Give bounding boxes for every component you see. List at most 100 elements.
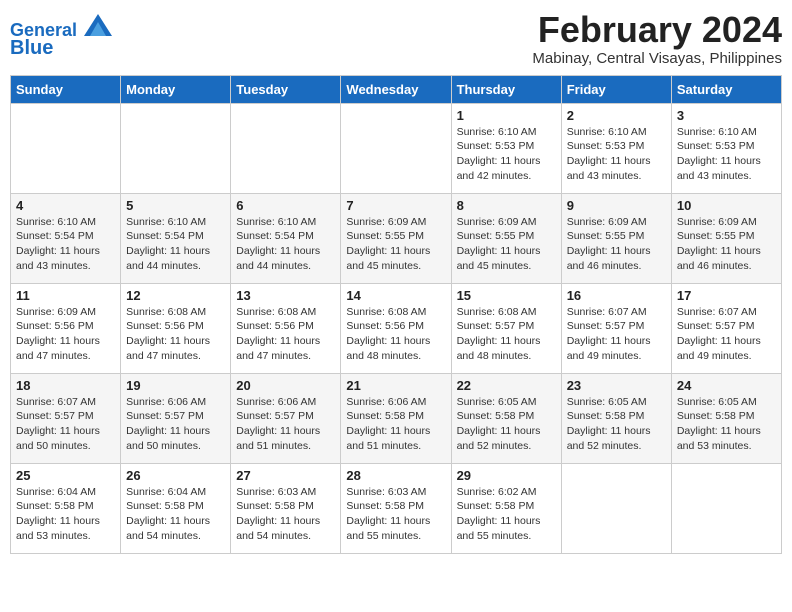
location-subtitle: Mabinay, Central Visayas, Philippines xyxy=(532,50,782,67)
weekday-header-saturday: Saturday xyxy=(671,75,781,103)
calendar-cell xyxy=(121,103,231,193)
calendar-week-row: 18 Sunrise: 6:07 AM Sunset: 5:57 PM Dayli… xyxy=(11,373,782,463)
day-number: 4 xyxy=(16,198,115,213)
calendar-cell: 12 Sunrise: 6:08 AM Sunset: 5:56 PM Dayli… xyxy=(121,283,231,373)
calendar-week-row: 1 Sunrise: 6:10 AM Sunset: 5:53 PM Daylig… xyxy=(11,103,782,193)
day-number: 26 xyxy=(126,468,225,483)
weekday-header-friday: Friday xyxy=(561,75,671,103)
day-number: 27 xyxy=(236,468,335,483)
day-info: Sunrise: 6:09 AM Sunset: 5:56 PM Dayligh… xyxy=(16,305,115,364)
day-info: Sunrise: 6:09 AM Sunset: 5:55 PM Dayligh… xyxy=(457,215,556,274)
calendar-table: SundayMondayTuesdayWednesdayThursdayFrid… xyxy=(10,75,782,554)
day-info: Sunrise: 6:10 AM Sunset: 5:53 PM Dayligh… xyxy=(567,125,666,184)
calendar-cell: 18 Sunrise: 6:07 AM Sunset: 5:57 PM Dayli… xyxy=(11,373,121,463)
day-info: Sunrise: 6:10 AM Sunset: 5:53 PM Dayligh… xyxy=(677,125,776,184)
day-number: 8 xyxy=(457,198,556,213)
calendar-cell: 23 Sunrise: 6:05 AM Sunset: 5:58 PM Dayli… xyxy=(561,373,671,463)
calendar-cell: 29Sunrise: 6:02 AM Sunset: 5:58 PM Dayli… xyxy=(451,463,561,553)
day-number: 14 xyxy=(346,288,445,303)
calendar-cell: 3 Sunrise: 6:10 AM Sunset: 5:53 PM Daylig… xyxy=(671,103,781,193)
day-number: 2 xyxy=(567,108,666,123)
logo: General Blue xyxy=(10,14,112,59)
calendar-cell xyxy=(671,463,781,553)
calendar-week-row: 11Sunrise: 6:09 AM Sunset: 5:56 PM Dayli… xyxy=(11,283,782,373)
day-number: 13 xyxy=(236,288,335,303)
day-number: 20 xyxy=(236,378,335,393)
calendar-cell: 25 Sunrise: 6:04 AM Sunset: 5:58 PM Dayli… xyxy=(11,463,121,553)
weekday-header-row: SundayMondayTuesdayWednesdayThursdayFrid… xyxy=(11,75,782,103)
day-number: 24 xyxy=(677,378,776,393)
day-number: 9 xyxy=(567,198,666,213)
calendar-cell: 1 Sunrise: 6:10 AM Sunset: 5:53 PM Daylig… xyxy=(451,103,561,193)
day-info: Sunrise: 6:06 AM Sunset: 5:57 PM Dayligh… xyxy=(236,395,335,454)
calendar-cell: 15 Sunrise: 6:08 AM Sunset: 5:57 PM Dayli… xyxy=(451,283,561,373)
day-info: Sunrise: 6:10 AM Sunset: 5:54 PM Dayligh… xyxy=(126,215,225,274)
day-number: 3 xyxy=(677,108,776,123)
calendar-cell: 11Sunrise: 6:09 AM Sunset: 5:56 PM Dayli… xyxy=(11,283,121,373)
day-number: 17 xyxy=(677,288,776,303)
calendar-cell xyxy=(561,463,671,553)
day-number: 22 xyxy=(457,378,556,393)
day-number: 23 xyxy=(567,378,666,393)
day-info: Sunrise: 6:03 AM Sunset: 5:58 PM Dayligh… xyxy=(236,485,335,544)
day-info: Sunrise: 6:04 AM Sunset: 5:58 PM Dayligh… xyxy=(16,485,115,544)
day-number: 16 xyxy=(567,288,666,303)
title-area: February 2024 Mabinay, Central Visayas, … xyxy=(532,10,782,67)
month-year-title: February 2024 xyxy=(532,10,782,50)
calendar-cell: 26 Sunrise: 6:04 AM Sunset: 5:58 PM Dayli… xyxy=(121,463,231,553)
calendar-cell: 2 Sunrise: 6:10 AM Sunset: 5:53 PM Daylig… xyxy=(561,103,671,193)
calendar-cell: 16Sunrise: 6:07 AM Sunset: 5:57 PM Dayli… xyxy=(561,283,671,373)
calendar-cell: 8 Sunrise: 6:09 AM Sunset: 5:55 PM Daylig… xyxy=(451,193,561,283)
day-info: Sunrise: 6:06 AM Sunset: 5:58 PM Dayligh… xyxy=(346,395,445,454)
logo-icon xyxy=(84,14,112,36)
day-info: Sunrise: 6:05 AM Sunset: 5:58 PM Dayligh… xyxy=(457,395,556,454)
calendar-cell xyxy=(341,103,451,193)
weekday-header-monday: Monday xyxy=(121,75,231,103)
weekday-header-thursday: Thursday xyxy=(451,75,561,103)
day-number: 25 xyxy=(16,468,115,483)
day-info: Sunrise: 6:10 AM Sunset: 5:53 PM Dayligh… xyxy=(457,125,556,184)
calendar-cell: 4Sunrise: 6:10 AM Sunset: 5:54 PM Daylig… xyxy=(11,193,121,283)
day-info: Sunrise: 6:09 AM Sunset: 5:55 PM Dayligh… xyxy=(677,215,776,274)
calendar-cell: 24 Sunrise: 6:05 AM Sunset: 5:58 PM Dayli… xyxy=(671,373,781,463)
weekday-header-wednesday: Wednesday xyxy=(341,75,451,103)
calendar-cell: 22 Sunrise: 6:05 AM Sunset: 5:58 PM Dayli… xyxy=(451,373,561,463)
weekday-header-tuesday: Tuesday xyxy=(231,75,341,103)
day-info: Sunrise: 6:03 AM Sunset: 5:58 PM Dayligh… xyxy=(346,485,445,544)
calendar-cell: 13 Sunrise: 6:08 AM Sunset: 5:56 PM Dayli… xyxy=(231,283,341,373)
day-number: 29 xyxy=(457,468,556,483)
calendar-cell: 19Sunrise: 6:06 AM Sunset: 5:57 PM Dayli… xyxy=(121,373,231,463)
calendar-cell: 6 Sunrise: 6:10 AM Sunset: 5:54 PM Daylig… xyxy=(231,193,341,283)
day-info: Sunrise: 6:05 AM Sunset: 5:58 PM Dayligh… xyxy=(677,395,776,454)
day-number: 6 xyxy=(236,198,335,213)
calendar-cell: 17 Sunrise: 6:07 AM Sunset: 5:57 PM Dayli… xyxy=(671,283,781,373)
day-info: Sunrise: 6:08 AM Sunset: 5:56 PM Dayligh… xyxy=(126,305,225,364)
calendar-cell xyxy=(11,103,121,193)
day-info: Sunrise: 6:08 AM Sunset: 5:56 PM Dayligh… xyxy=(236,305,335,364)
day-number: 1 xyxy=(457,108,556,123)
day-number: 19 xyxy=(126,378,225,393)
day-number: 15 xyxy=(457,288,556,303)
day-info: Sunrise: 6:07 AM Sunset: 5:57 PM Dayligh… xyxy=(16,395,115,454)
day-info: Sunrise: 6:09 AM Sunset: 5:55 PM Dayligh… xyxy=(567,215,666,274)
day-info: Sunrise: 6:04 AM Sunset: 5:58 PM Dayligh… xyxy=(126,485,225,544)
calendar-week-row: 25 Sunrise: 6:04 AM Sunset: 5:58 PM Dayli… xyxy=(11,463,782,553)
day-info: Sunrise: 6:05 AM Sunset: 5:58 PM Dayligh… xyxy=(567,395,666,454)
day-number: 28 xyxy=(346,468,445,483)
day-info: Sunrise: 6:10 AM Sunset: 5:54 PM Dayligh… xyxy=(236,215,335,274)
calendar-cell: 20 Sunrise: 6:06 AM Sunset: 5:57 PM Dayli… xyxy=(231,373,341,463)
calendar-cell: 5Sunrise: 6:10 AM Sunset: 5:54 PM Daylig… xyxy=(121,193,231,283)
day-info: Sunrise: 6:08 AM Sunset: 5:56 PM Dayligh… xyxy=(346,305,445,364)
day-number: 21 xyxy=(346,378,445,393)
day-number: 7 xyxy=(346,198,445,213)
calendar-cell: 9 Sunrise: 6:09 AM Sunset: 5:55 PM Daylig… xyxy=(561,193,671,283)
day-number: 18 xyxy=(16,378,115,393)
day-info: Sunrise: 6:08 AM Sunset: 5:57 PM Dayligh… xyxy=(457,305,556,364)
day-number: 12 xyxy=(126,288,225,303)
calendar-cell: 10 Sunrise: 6:09 AM Sunset: 5:55 PM Dayli… xyxy=(671,193,781,283)
day-info: Sunrise: 6:07 AM Sunset: 5:57 PM Dayligh… xyxy=(677,305,776,364)
day-number: 10 xyxy=(677,198,776,213)
calendar-cell: 21 Sunrise: 6:06 AM Sunset: 5:58 PM Dayli… xyxy=(341,373,451,463)
calendar-cell: 27 Sunrise: 6:03 AM Sunset: 5:58 PM Dayli… xyxy=(231,463,341,553)
day-info: Sunrise: 6:09 AM Sunset: 5:55 PM Dayligh… xyxy=(346,215,445,274)
